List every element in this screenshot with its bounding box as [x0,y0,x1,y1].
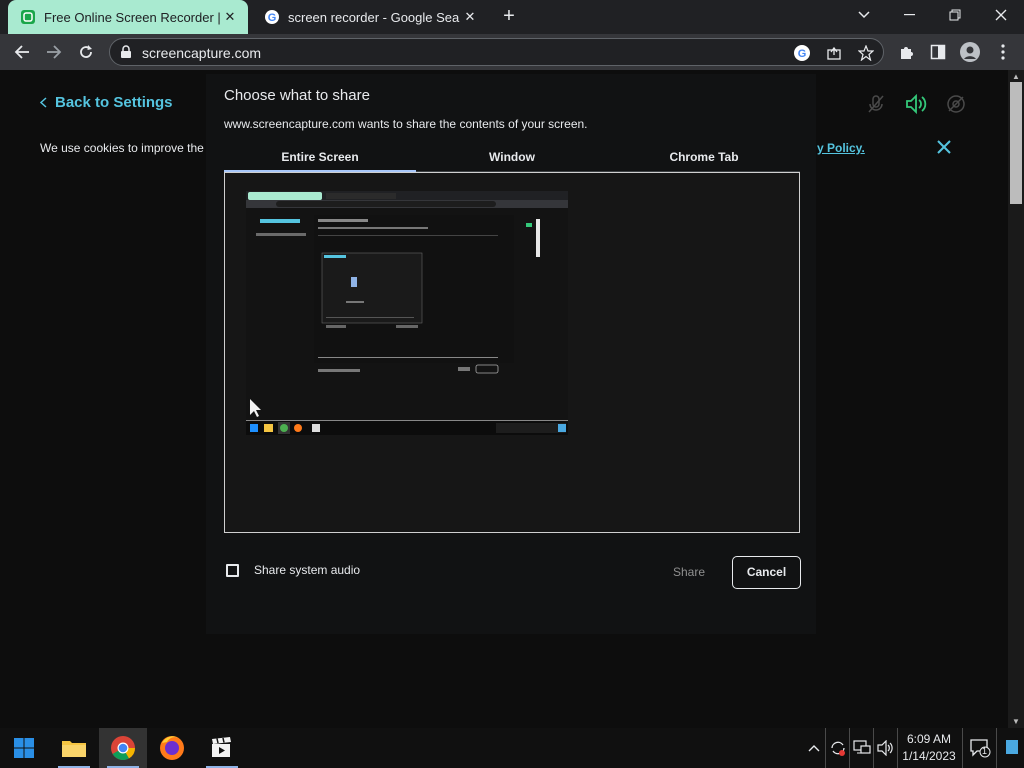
minimize-button[interactable] [888,0,932,30]
tray-separator [873,728,874,768]
share-icon[interactable] [824,43,844,63]
side-panel-icon[interactable] [927,41,949,63]
notifications-icon[interactable]: 1 [969,737,991,759]
new-tab-button[interactable]: + [498,5,520,27]
show-hidden-icons-chevron-icon[interactable] [803,737,825,759]
video-editor-taskbar-button[interactable] [198,728,246,768]
tab-chrome-tab[interactable]: Chrome Tab [608,146,800,172]
svg-text:G: G [268,12,277,24]
firefox-taskbar-button[interactable] [148,728,196,768]
tab-search-chevron-icon[interactable] [842,0,886,30]
forward-arrow-icon[interactable] [40,38,68,66]
firefox-icon [160,736,184,760]
clapperboard-icon [212,737,231,757]
tray-separator [996,728,997,768]
cookie-notice-text: We use cookies to improve the [40,141,204,155]
browser-toolbar: screencapture.com G [0,34,1024,70]
extensions-puzzle-icon[interactable] [895,41,917,63]
close-tab-icon[interactable]: ✕ [220,9,240,25]
tab-entire-screen[interactable]: Entire Screen [224,146,416,172]
notification-count: 1 [982,746,988,756]
url-text: screencapture.com [142,45,262,61]
microphone-muted-icon[interactable] [864,92,888,116]
profile-avatar-icon[interactable] [959,41,981,63]
network-icon[interactable] [851,737,873,759]
dialog-subtitle: www.screencapture.com wants to share the… [224,117,588,131]
share-audio-label: Share system audio [254,563,361,577]
tab-google-search[interactable]: G screen recorder - Google Search ✕ [252,0,488,34]
screen-thumbnail[interactable] [246,191,568,435]
bookmark-star-icon[interactable] [856,43,876,63]
share-button[interactable]: Share [660,556,718,588]
tab-title: Free Online Screen Recorder | Or [44,9,220,25]
address-bar[interactable]: screencapture.com G [109,38,884,66]
close-window-button[interactable] [979,0,1023,30]
screen-thumbnail-image [246,191,568,435]
dialog-title: Choose what to share [224,87,370,104]
system-clock[interactable]: 6:09 AM 1/14/2023 [899,731,959,765]
scroll-up-arrow-icon[interactable]: ▲ [1012,72,1020,81]
tab-screen-recorder[interactable]: Free Online Screen Recorder | Or ✕ [8,0,248,34]
scroll-down-arrow-icon[interactable]: ▼ [1012,717,1020,726]
start-button[interactable] [0,728,48,768]
google-lens-icon[interactable]: G [792,43,812,63]
clock-date: 1/14/2023 [902,749,956,763]
chrome-menu-icon[interactable] [992,41,1014,63]
entire-screen-preview[interactable] [224,172,800,533]
scrollbar-thumb[interactable] [1010,82,1022,204]
reload-icon[interactable] [72,38,100,66]
privacy-policy-link[interactable]: y Policy. [817,141,865,155]
show-desktop-button[interactable] [1006,740,1018,754]
tray-separator [897,728,898,768]
tray-separator [825,728,826,768]
back-to-settings-link[interactable]: Back to Settings [39,94,173,111]
file-explorer-taskbar-button[interactable] [50,728,98,768]
chrome-icon [111,736,135,761]
share-audio-checkbox[interactable] [226,563,239,577]
tab-title: screen recorder - Google Search [288,9,460,25]
close-cookie-icon[interactable] [933,136,955,158]
lock-icon[interactable] [120,45,132,64]
share-source-tabs: Entire Screen Window Chrome Tab [224,146,800,172]
close-tab-icon[interactable]: ✕ [460,9,480,25]
restore-button[interactable] [933,0,977,30]
folder-icon [62,741,86,757]
browser-tab-strip: Free Online Screen Recorder | Or ✕ G scr… [0,0,1024,34]
windows-logo-icon [14,738,34,758]
webcam-off-icon[interactable] [944,92,968,116]
speaker-icon[interactable] [904,92,928,116]
clock-time: 6:09 AM [906,732,952,746]
share-screen-dialog: Choose what to share www.screencapture.c… [206,74,816,634]
share-system-audio-option[interactable]: Share system audio [226,563,360,577]
chrome-taskbar-button[interactable] [99,728,147,768]
volume-icon[interactable] [875,737,897,759]
cancel-button[interactable]: Cancel [732,556,801,589]
tray-separator [962,728,963,768]
tray-separator [849,728,850,768]
chevron-left-icon [39,95,47,111]
back-arrow-icon[interactable] [8,38,36,66]
back-to-settings-label: Back to Settings [55,94,173,111]
windows-taskbar: 6:09 AM 1/14/2023 1 [0,728,1024,768]
google-favicon-icon: G [264,9,280,25]
web-page: Back to Settings We use cookies to impro… [0,70,1024,728]
svg-text:G: G [798,48,807,60]
page-scrollbar[interactable]: ▲ ▼ [1008,70,1024,728]
sync-status-icon[interactable] [827,737,849,759]
screencapture-favicon-icon [20,9,36,25]
tab-window[interactable]: Window [416,146,608,172]
